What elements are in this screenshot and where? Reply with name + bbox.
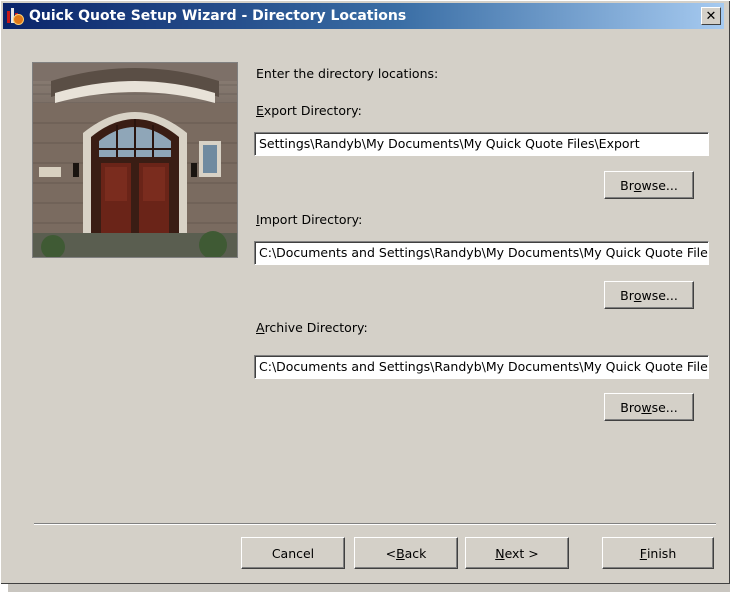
finish-button[interactable]: Finish [602, 537, 714, 569]
export-directory-label: Export Directory: [256, 103, 362, 118]
archive-browse-button[interactable]: Bro w se... [604, 393, 694, 421]
export-directory-field[interactable]: Settings\Randyb\My Documents\My Quick Qu… [254, 132, 709, 156]
door-photo [32, 62, 238, 258]
app-icon [6, 7, 24, 25]
footer-separator [34, 523, 716, 525]
next-button[interactable]: Next > [465, 537, 569, 569]
cancel-button[interactable]: Cancel [241, 537, 345, 569]
back-button[interactable]: < Back [354, 537, 458, 569]
export-browse-button[interactable]: Br o wse... [604, 171, 694, 199]
close-icon: ✕ [705, 8, 717, 24]
import-directory-label: Import Directory: [256, 212, 363, 227]
instruction-label: Enter the directory locations: [256, 66, 439, 81]
close-button[interactable]: ✕ [701, 7, 721, 25]
import-browse-button[interactable]: Br o wse... [604, 281, 694, 309]
archive-directory-field[interactable]: C:\Documents and Settings\Randyb\My Docu… [254, 355, 709, 379]
wizard-window: Quick Quote Setup Wizard - Directory Loc… [0, 0, 730, 584]
import-directory-field[interactable]: C:\Documents and Settings\Randyb\My Docu… [254, 241, 709, 265]
door-photo-image [33, 63, 237, 257]
archive-directory-label: Archive Directory: [256, 320, 368, 335]
title-bar[interactable]: Quick Quote Setup Wizard - Directory Loc… [3, 3, 724, 29]
window-title: Quick Quote Setup Wizard - Directory Loc… [29, 8, 407, 24]
window-shadow-bottom [8, 584, 730, 592]
